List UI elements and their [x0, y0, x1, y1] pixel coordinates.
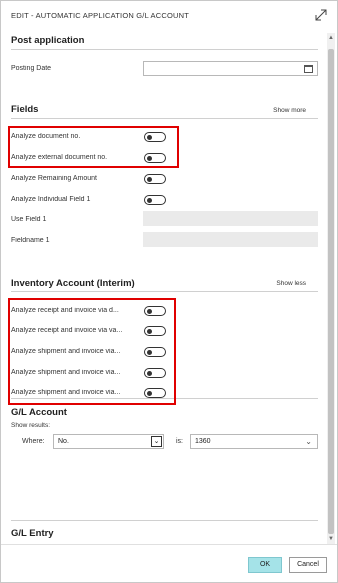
dialog-title: EDIT - AUTOMATIC APPLICATION G/L ACCOUNT [11, 11, 190, 20]
use-field-1-input [143, 211, 318, 226]
highlight-box-inventory [8, 298, 176, 405]
section-title-inventory: Inventory Account (Interim) [11, 278, 135, 289]
show-more-link[interactable]: Show more [273, 107, 306, 114]
show-less-link[interactable]: Show less [276, 280, 306, 287]
analyze-individual-field-1-label: Analyze Individual Field 1 [11, 196, 91, 203]
highlight-box-fields [8, 126, 179, 168]
dialog-window: EDIT - AUTOMATIC APPLICATION G/L ACCOUNT… [0, 0, 338, 583]
analyze-remaining-amount-toggle[interactable] [144, 174, 166, 184]
title-bar: EDIT - AUTOMATIC APPLICATION G/L ACCOUNT [1, 1, 337, 31]
cancel-button[interactable]: Cancel [289, 557, 327, 573]
section-title-gl-account: G/L Account [11, 407, 67, 418]
analyze-remaining-amount-label: Analyze Remaining Amount [11, 175, 97, 182]
ok-button[interactable]: OK [248, 557, 282, 573]
is-value-select[interactable]: 1360 ⌄ [190, 434, 318, 449]
section-divider [11, 291, 318, 292]
section-divider [11, 520, 318, 521]
toggle-knob [147, 197, 152, 203]
dialog-footer: OK Cancel [1, 544, 337, 582]
dialog-content: Post application Posting Date Fields Sho… [1, 31, 327, 544]
section-divider [11, 118, 318, 119]
scroll-up-icon[interactable]: ▲ [327, 33, 335, 43]
section-divider [11, 49, 318, 50]
section-title-fields: Fields [11, 104, 39, 115]
scrollbar-thumb[interactable] [328, 49, 334, 534]
fieldname-1-input [143, 232, 318, 247]
posting-date-input[interactable] [143, 61, 318, 76]
posting-date-label: Posting Date [11, 65, 52, 72]
show-results-label: Show results: [11, 422, 51, 429]
chevron-down-icon[interactable]: ⌄ [151, 436, 162, 447]
chevron-down-icon[interactable]: ⌄ [305, 437, 312, 446]
scroll-down-icon[interactable]: ▼ [327, 534, 335, 544]
is-label: is: [176, 438, 183, 445]
is-value: 1360 [195, 438, 211, 445]
vertical-scrollbar[interactable]: ▲ ▼ [327, 33, 335, 544]
analyze-individual-field-1-toggle[interactable] [144, 195, 166, 205]
calendar-icon[interactable] [304, 65, 313, 73]
where-label: Where: [22, 438, 45, 445]
section-title-post-application: Post application [11, 35, 85, 46]
section-title-gl-entry: G/L Entry [11, 528, 54, 539]
toggle-knob [147, 176, 152, 182]
fieldname-1-label: Fieldname 1 [11, 237, 50, 244]
expand-diagonal-icon[interactable] [313, 7, 329, 23]
where-field-value: No. [58, 438, 69, 445]
use-field-1-label: Use Field 1 [11, 216, 47, 223]
where-field-select[interactable]: No. ⌄ [53, 434, 164, 449]
